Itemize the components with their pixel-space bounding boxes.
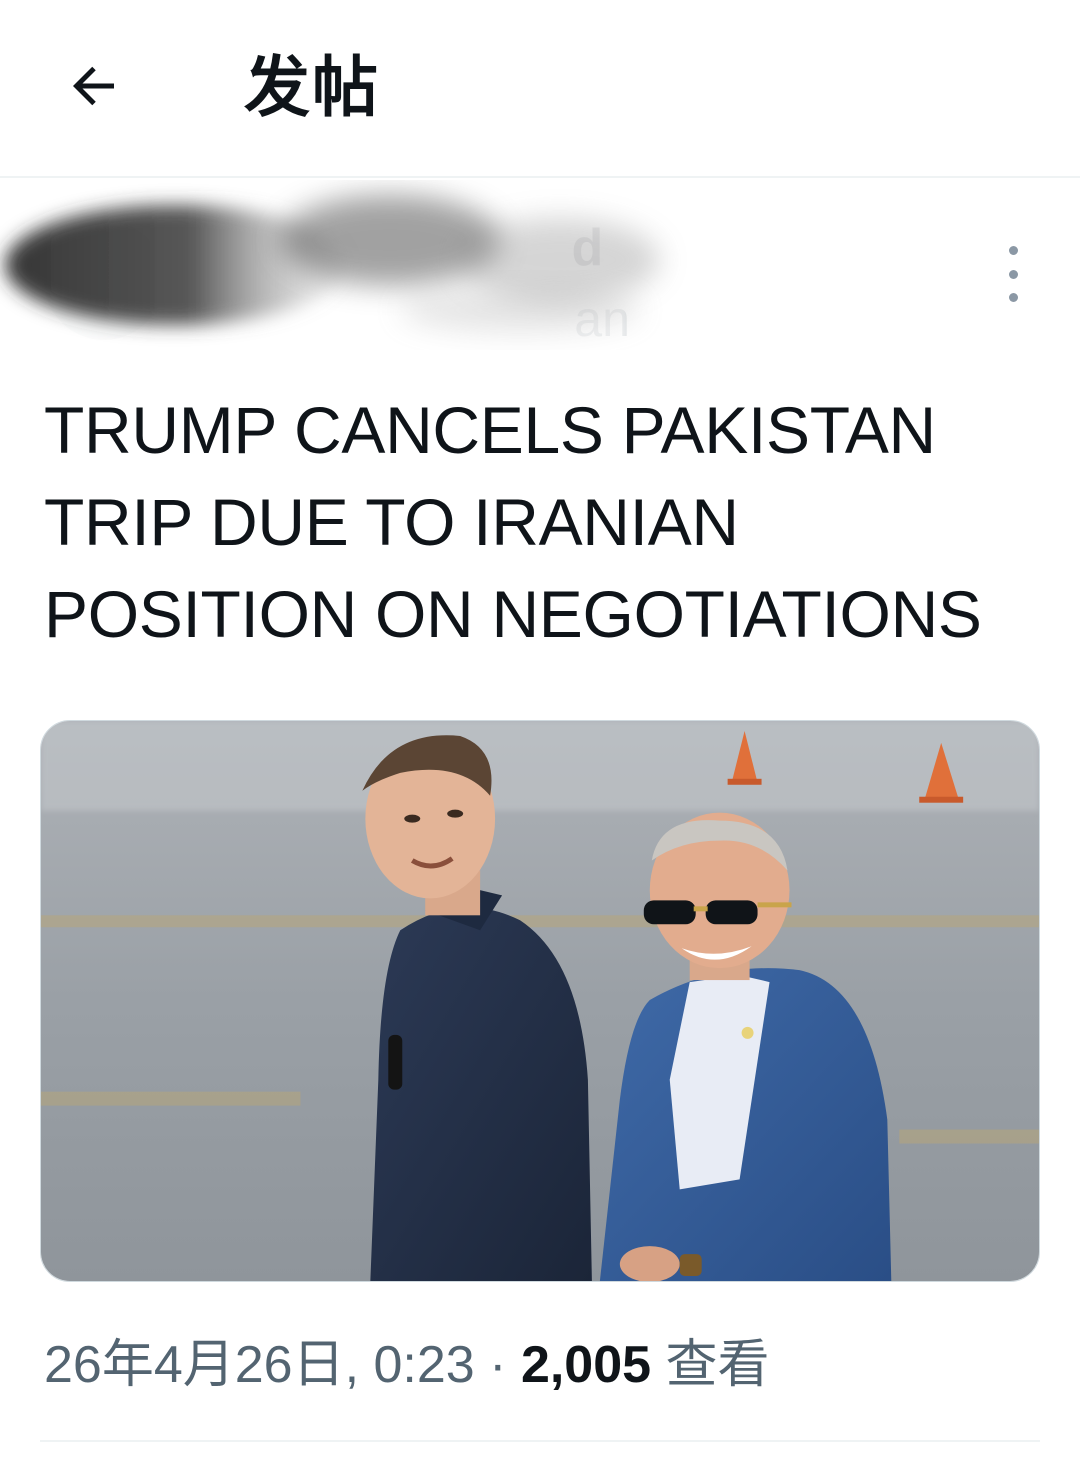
post-text-line: TRIP DUE TO IRANIAN bbox=[44, 485, 739, 559]
back-button[interactable] bbox=[52, 44, 136, 128]
page-title: 发帖 bbox=[244, 49, 380, 126]
more-vertical-icon-dot-2 bbox=[1008, 269, 1018, 279]
avatar[interactable] bbox=[44, 220, 164, 340]
post-timestamp[interactable]: 26年4月26日, 0:23 bbox=[44, 1336, 475, 1394]
post-text-line: POSITION ON NEGOTIATIONS bbox=[44, 577, 982, 651]
author-display-name[interactable]: XXXXXXXXXXXd bbox=[190, 216, 604, 280]
handle-visible-fragment: an bbox=[574, 291, 630, 347]
photo-illustration bbox=[41, 721, 1039, 1281]
views-label: 查看 bbox=[665, 1336, 770, 1394]
author-handle[interactable]: @XXXXXXXXXXan bbox=[190, 288, 630, 350]
more-vertical-icon-dot-3 bbox=[1008, 293, 1018, 302]
post-text: TRUMP CANCELS PAKISTAN TRIP DUE TO IRANI… bbox=[44, 384, 1044, 660]
meta-separator: · bbox=[489, 1336, 507, 1394]
post-author-row: XXXXXXXXXXXd @XXXXXXXXXXan bbox=[0, 180, 1080, 360]
more-vertical-icon-dot-1 bbox=[1008, 246, 1018, 255]
more-options-button[interactable] bbox=[990, 246, 1036, 302]
post-photo[interactable] bbox=[40, 720, 1040, 1282]
divider bbox=[40, 1440, 1040, 1442]
display-name-visible-fragment: d bbox=[571, 219, 604, 277]
arrow-left-icon bbox=[73, 66, 114, 106]
post-text-line: TRUMP CANCELS PAKISTAN bbox=[44, 393, 936, 467]
views-count: 2,005 bbox=[520, 1336, 652, 1394]
top-bar: 发帖 bbox=[0, 0, 1080, 178]
post-meta: 26年4月26日, 0:23 · 2,005 查看 bbox=[44, 1330, 770, 1400]
